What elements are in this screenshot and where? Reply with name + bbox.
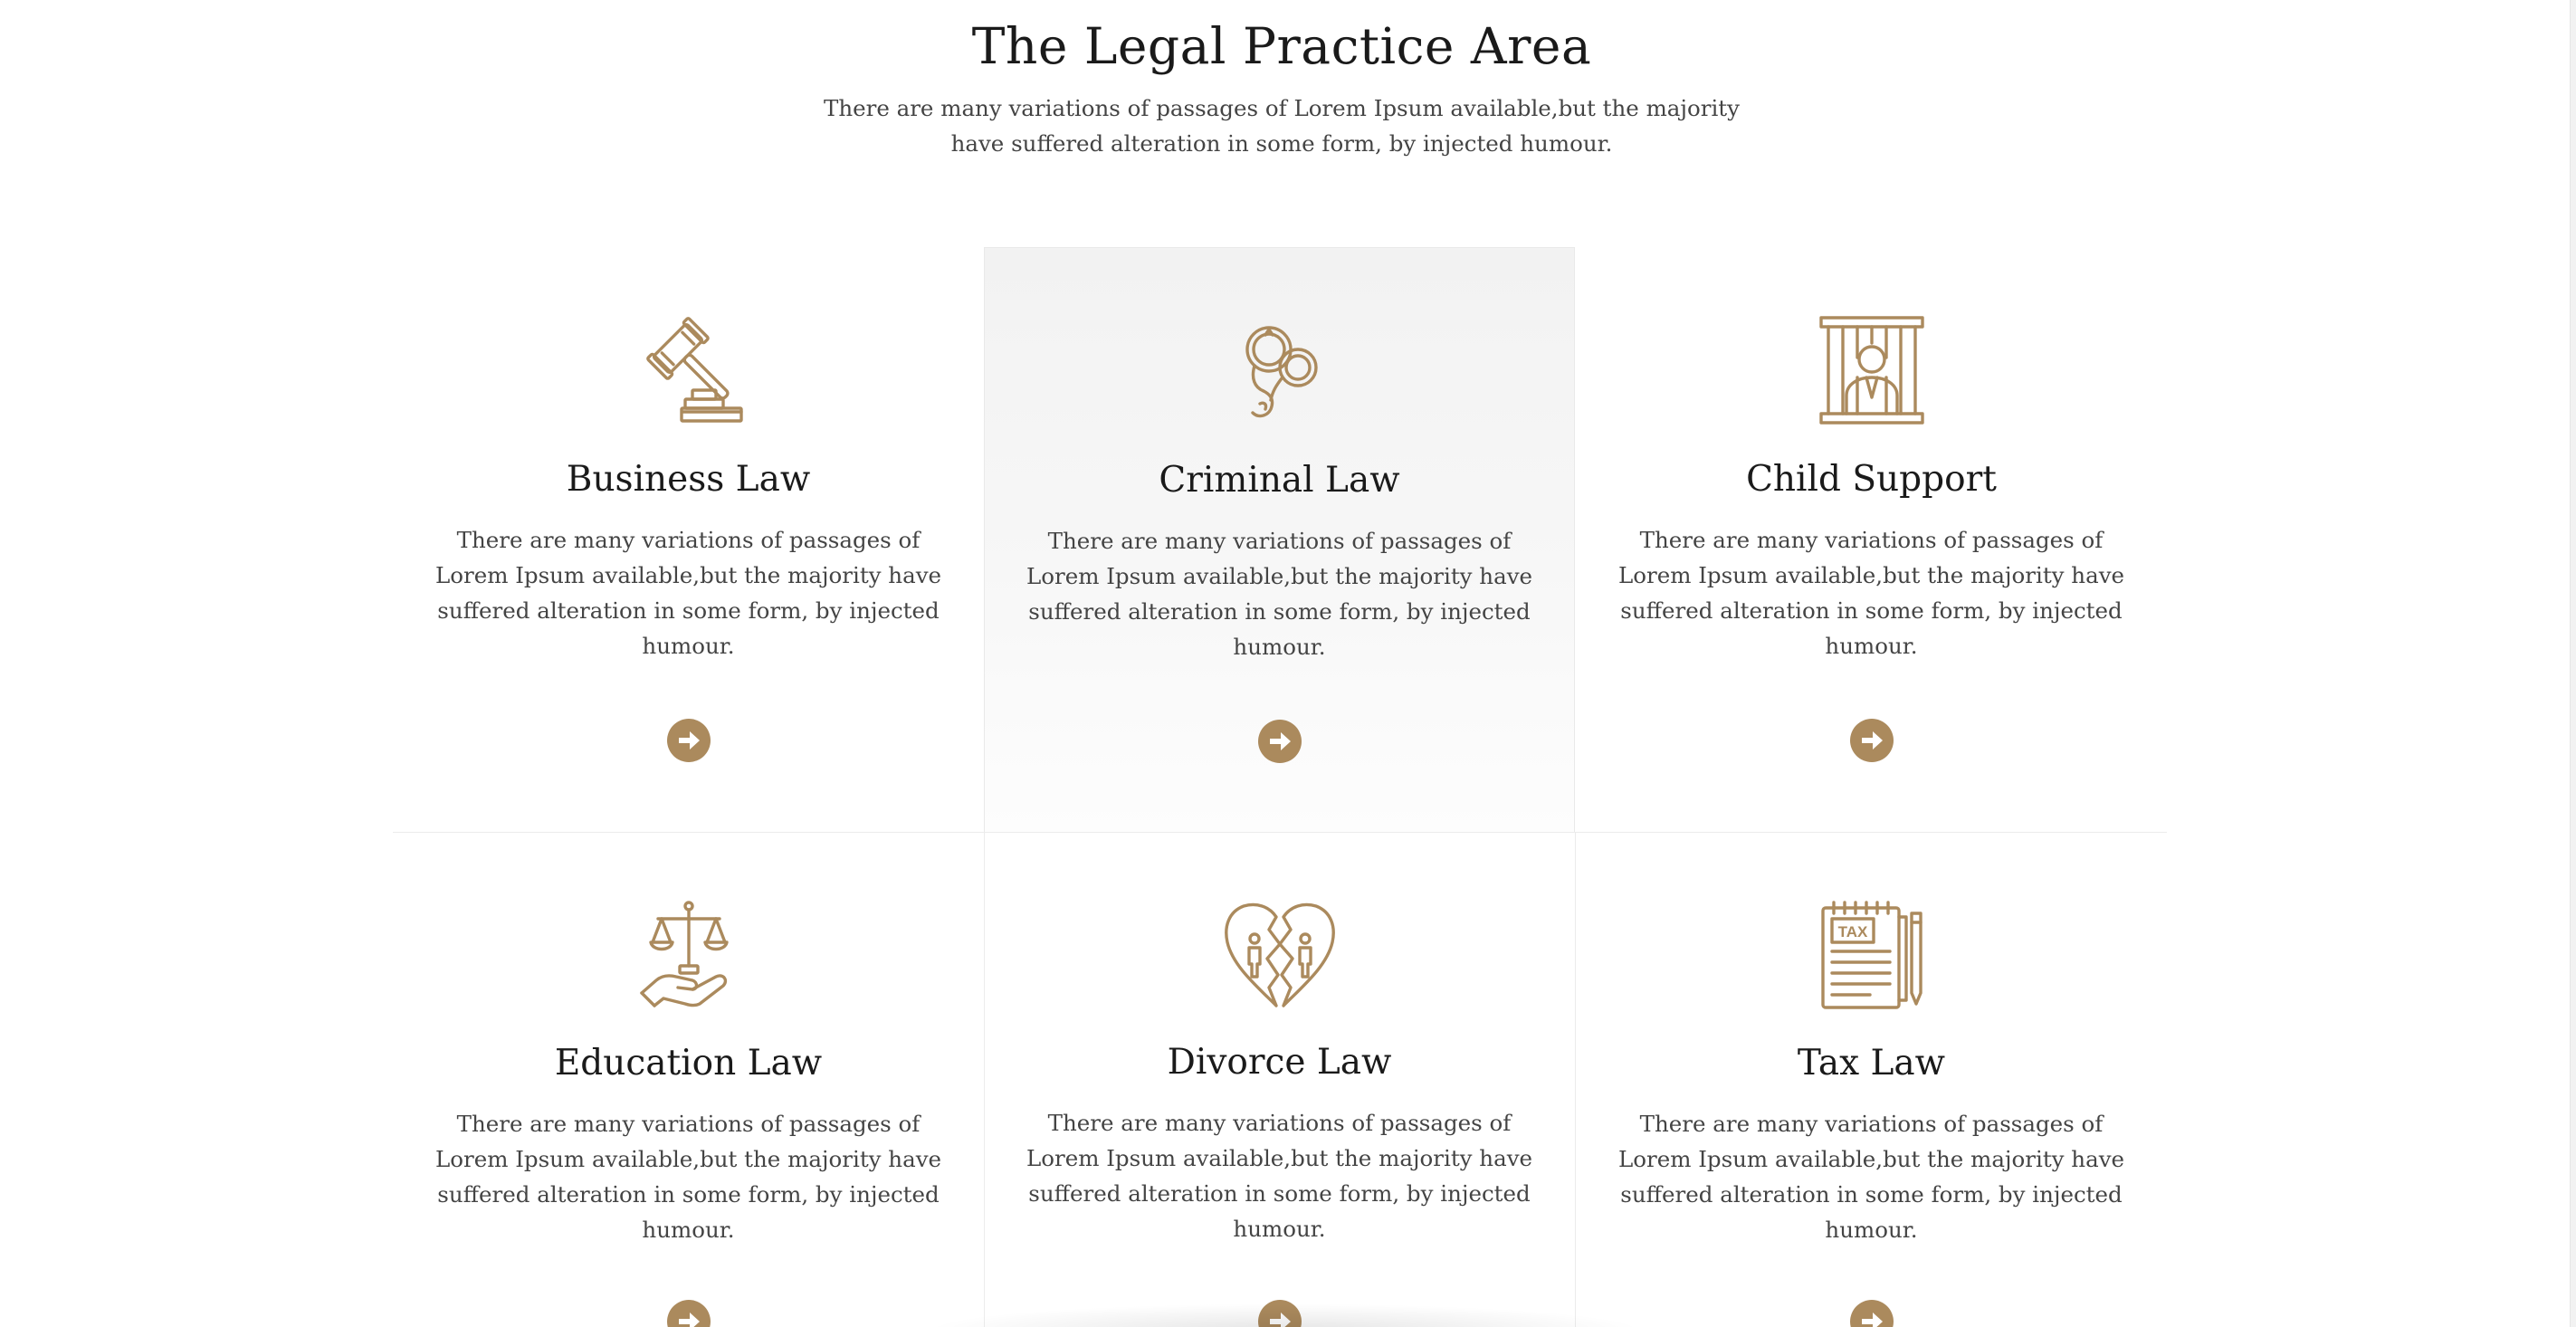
card-description: There are many variations of passages of… <box>434 1111 942 1243</box>
card-title: Tax Law <box>1797 1043 1946 1084</box>
handcuffs-icon <box>1245 326 1318 418</box>
read-more-arrow-button[interactable] <box>666 1300 711 1327</box>
read-more-arrow-button[interactable] <box>666 719 711 762</box>
card-description: There are many variations of passages of… <box>1617 1111 2125 1243</box>
practice-card-tax-law[interactable]: TAX Tax Law There are many variations of… <box>1576 832 2167 1327</box>
tax-label: TAX <box>1837 923 1867 940</box>
practice-card-business-law[interactable]: Business Law There are many variations o… <box>393 247 984 832</box>
card-title: Education Law <box>554 1043 823 1084</box>
card-description: There are many variations of passages of… <box>1617 527 2125 659</box>
practice-card-criminal-law[interactable]: Criminal Law There are many variations o… <box>984 247 1575 832</box>
arrow-right-icon <box>1269 1313 1291 1327</box>
practice-area-grid: Business Law There are many variations o… <box>393 247 2167 1327</box>
section-subtitle: There are many variations of passages of… <box>824 95 1740 157</box>
card-title: Divorce Law <box>1167 1042 1392 1083</box>
broken-heart-icon <box>1224 902 1335 1007</box>
practice-card-child-support[interactable]: Child Support There are many variations … <box>1576 247 2167 832</box>
card-title: Business Law <box>566 459 811 500</box>
arrow-right-icon <box>1861 1313 1883 1327</box>
card-title: Criminal Law <box>1159 460 1400 501</box>
arrow-right-icon <box>678 1313 700 1327</box>
read-more-arrow-button[interactable] <box>1257 1300 1302 1327</box>
card-description: There are many variations of passages of… <box>434 527 942 659</box>
practice-card-education-law[interactable]: Education Law There are many variations … <box>393 832 984 1327</box>
card-title: Child Support <box>1746 459 1997 500</box>
arrow-right-icon <box>678 731 700 749</box>
section-title: The Legal Practice Area <box>971 17 1592 75</box>
read-more-arrow-button[interactable] <box>1849 719 1894 762</box>
gavel-icon <box>645 317 743 423</box>
card-description: There are many variations of passages of… <box>1026 1110 1533 1242</box>
read-more-arrow-button[interactable] <box>1257 720 1302 763</box>
prison-cell-icon <box>1818 316 1924 425</box>
practice-card-divorce-law[interactable]: Divorce Law There are many variations of… <box>984 832 1575 1327</box>
scrollbar[interactable] <box>2570 0 2576 1327</box>
tax-document-icon: TAX <box>1820 901 1922 1009</box>
section-header: The Legal Practice Area There are many v… <box>0 0 2563 161</box>
scales-hand-icon <box>639 901 729 1007</box>
read-more-arrow-button[interactable] <box>1849 1300 1894 1327</box>
arrow-right-icon <box>1861 731 1883 749</box>
card-description: There are many variations of passages of… <box>1026 528 1533 660</box>
arrow-right-icon <box>1269 732 1291 750</box>
practice-area-section: The Legal Practice Area There are many v… <box>0 0 2576 1327</box>
